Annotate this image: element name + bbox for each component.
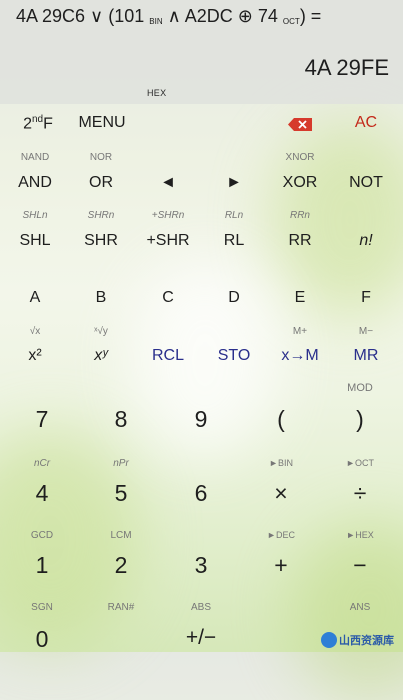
factorial-key[interactable]: n! xyxy=(328,208,403,252)
recall-key[interactable]: RCL xyxy=(130,324,206,368)
watermark: 山西资源库 xyxy=(321,630,399,650)
left-arrow-icon: ◄ xyxy=(160,174,176,191)
subtract-key[interactable]: ►HEX − xyxy=(322,530,398,586)
plus-shr-key[interactable]: +SHRn +SHR xyxy=(130,208,206,252)
npr-secondary-label: nPr xyxy=(113,458,129,469)
power-key[interactable]: ˣ√y xʸ xyxy=(63,324,139,368)
right-arrow-icon: ► xyxy=(226,174,242,191)
random-label-key[interactable]: RAN# xyxy=(83,602,159,652)
or-key[interactable]: NOR OR xyxy=(63,150,139,194)
ran-secondary-label: RAN# xyxy=(107,602,135,613)
xor-key[interactable]: XNOR XOR xyxy=(262,150,338,194)
digit-2-key[interactable]: LCM 2 xyxy=(83,530,159,586)
memory-recall-key[interactable]: M− MR xyxy=(328,324,403,368)
rr-key[interactable]: RRn RR xyxy=(262,208,338,252)
lcm-secondary-label: LCM xyxy=(110,530,132,541)
digit-4-key[interactable]: nCr 4 xyxy=(4,458,80,514)
mod-secondary-label: MOD xyxy=(347,382,373,394)
cursor-right-key[interactable]: ► xyxy=(196,150,272,194)
not-key[interactable]: NOT xyxy=(328,150,403,194)
add-key[interactable]: ►DEC + xyxy=(243,530,319,586)
shrn-secondary-label: SHRn xyxy=(87,210,115,221)
nor-secondary-label: NOR xyxy=(89,152,113,163)
to-bin-secondary-label: ►BIN xyxy=(269,458,293,468)
m-plus-secondary-label: M+ xyxy=(292,326,308,337)
to-dec-secondary-label: ►DEC xyxy=(267,530,295,540)
sgn-secondary-label: SGN xyxy=(31,602,53,613)
backspace-icon xyxy=(288,118,312,132)
rrn-secondary-label: RRn xyxy=(289,210,310,221)
rl-key[interactable]: RLn RL xyxy=(196,208,272,252)
cursor-left-key[interactable]: ◄ xyxy=(130,150,206,194)
yroot-secondary-label: ˣ√y xyxy=(94,326,108,337)
plus-shrn-secondary-label: +SHRn xyxy=(151,210,185,221)
divide-key[interactable]: ►OCT ÷ xyxy=(322,458,398,514)
plus-minus-key[interactable]: ABS +/− xyxy=(163,602,239,652)
digit-1-key[interactable]: GCD 1 xyxy=(4,530,80,586)
watermark-logo-icon xyxy=(321,632,337,648)
multiply-key[interactable]: ►BIN × xyxy=(243,458,319,514)
digit-5-key[interactable]: nPr 5 xyxy=(83,458,159,514)
digit-6-key[interactable]: 6 xyxy=(163,458,239,514)
result-text: 4A 29FE xyxy=(304,55,389,80)
ans-secondary-label: ANS xyxy=(349,602,371,613)
rln-secondary-label: RLn xyxy=(224,210,244,221)
display-panel: 4A 29C6 ∨ (101 BIN ∧ A2DC ⊕ 74 OCT) = 4A… xyxy=(0,0,403,104)
ncr-secondary-label: nCr xyxy=(33,458,51,469)
store-key[interactable]: STO xyxy=(196,324,272,368)
expression-text: 4A 29C6 ∨ (101 BIN ∧ A2DC ⊕ 74 OCT) = xyxy=(16,6,322,26)
shr-key[interactable]: SHRn SHR xyxy=(63,208,139,252)
to-hex-secondary-label: ►HEX xyxy=(346,530,374,540)
digit-0-key[interactable]: SGN 0 xyxy=(4,602,80,652)
gcd-secondary-label: GCD xyxy=(30,530,54,541)
to-oct-secondary-label: ►OCT xyxy=(346,458,374,468)
abs-secondary-label: ABS xyxy=(190,602,211,613)
m-minus-secondary-label: M− xyxy=(358,326,374,337)
mode-indicator: HEX xyxy=(147,88,167,98)
x-to-memory-key[interactable]: M+ x→M xyxy=(262,324,338,368)
digit-3-key[interactable]: 3 xyxy=(163,530,239,586)
close-paren-key[interactable]: MOD ) xyxy=(322,382,398,440)
xnor-secondary-label: XNOR xyxy=(285,152,315,163)
